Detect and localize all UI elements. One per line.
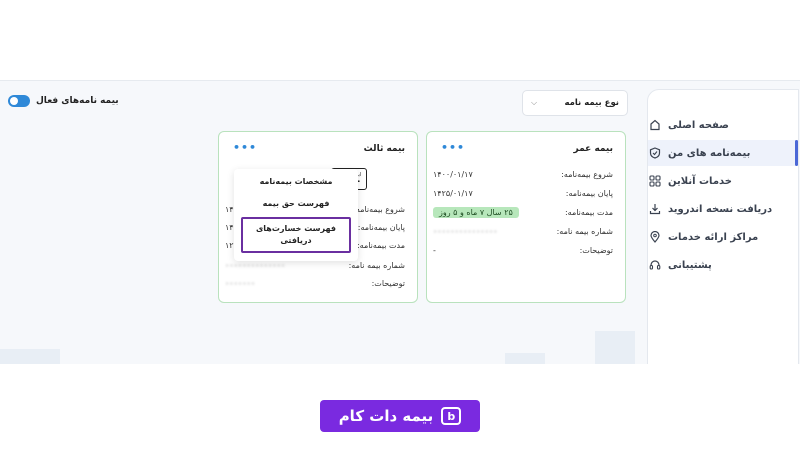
chevron-down-icon: ⌵ bbox=[531, 98, 538, 107]
brand-logo-text: بیمه دات کام bbox=[338, 407, 434, 425]
sidebar-item-label: پشتیبانی bbox=[668, 259, 712, 271]
sidebar-item-service-centers[interactable]: مراکز ارائه خدمات bbox=[648, 224, 798, 250]
policy-number-value: ۰۰۰۰۰۰۰۰۰۰۰۰۰۰ bbox=[225, 261, 286, 270]
sidebar-item-my-policies[interactable]: بیمه‌نامه های من bbox=[648, 140, 798, 166]
headset-icon bbox=[648, 258, 662, 272]
active-policies-toggle[interactable] bbox=[8, 95, 30, 107]
duration-label: مدت بیمه‌نامه: bbox=[356, 241, 405, 250]
info-row: شماره بیمه نامه: ۰۰۰۰۰۰۰۰۰۰۰۰۰۰۰ bbox=[433, 227, 613, 241]
policy-type-select[interactable]: ⌵ نوع بیمه نامه bbox=[522, 90, 628, 116]
sidebar-item-android[interactable]: دریافت نسخه اندروید bbox=[648, 196, 798, 222]
info-row: شروع بیمه‌نامه: ۱۴۰۰/۰۱/۱۷ bbox=[433, 170, 613, 184]
brand-logo-icon: b bbox=[441, 407, 462, 425]
sidebar-item-label: صفحه اصلی bbox=[668, 119, 729, 131]
policy-options-menu: مشخصات بیمه‌نامه فهرست حق بیمه فهرست خسا… bbox=[234, 169, 358, 261]
menu-item-premium-list[interactable]: فهرست حق بیمه bbox=[234, 199, 358, 208]
sidebar-item-label: بیمه‌نامه های من bbox=[668, 147, 751, 159]
end-date-value: ۱۴ bbox=[225, 223, 234, 232]
sidebar-item-support[interactable]: پشتیبانی bbox=[648, 252, 798, 278]
info-row: پایان بیمه‌نامه: ۱۴۲۵/۰۱/۱۷ bbox=[433, 189, 613, 203]
duration-label: مدت بیمه‌نامه: bbox=[564, 208, 613, 217]
start-date-label: شروع بیمه‌نامه: bbox=[561, 170, 613, 179]
menu-item-policy-details[interactable]: مشخصات بیمه‌نامه bbox=[234, 177, 358, 186]
sidebar-item-label: خدمات آنلاین bbox=[668, 175, 732, 187]
location-icon bbox=[648, 230, 662, 244]
brand-logo: بیمه دات کام b bbox=[320, 400, 480, 432]
background-decoration bbox=[505, 353, 545, 364]
download-icon bbox=[648, 202, 662, 216]
background-decoration bbox=[0, 349, 60, 364]
card-title: بیمه عمر bbox=[573, 144, 613, 154]
shield-icon bbox=[648, 146, 662, 160]
sidebar-item-label: مراکز ارائه خدمات bbox=[668, 231, 759, 243]
sidebar: صفحه اصلی بیمه‌نامه های من خدمات آنلاین … bbox=[647, 89, 799, 364]
more-options-icon[interactable]: ••• bbox=[441, 142, 465, 153]
active-policies-toggle-area: بیمه نامه‌های فعال bbox=[8, 95, 119, 107]
description-value: ۰۰۰۰۰۰۰ bbox=[225, 279, 256, 288]
start-date-label: شروع بیمه‌نامه: bbox=[353, 205, 405, 214]
sidebar-item-label: دریافت نسخه اندروید bbox=[668, 203, 773, 215]
life-insurance-card[interactable]: بیمه عمر ••• شروع بیمه‌نامه: ۱۴۰۰/۰۱/۱۷ … bbox=[426, 131, 626, 303]
info-row: مدت بیمه‌نامه: ۲۵ سال ۷ ماه و ۵ روز bbox=[433, 207, 613, 222]
card-title: بیمه ثالث bbox=[363, 144, 405, 154]
sidebar-item-home[interactable]: صفحه اصلی bbox=[648, 112, 798, 138]
more-options-icon[interactable]: ••• bbox=[233, 142, 257, 153]
policy-number-label: شماره بیمه نامه: bbox=[556, 227, 613, 236]
description-label: توضیحات: bbox=[579, 246, 613, 255]
description-value: - bbox=[433, 246, 436, 255]
policy-number-label: شماره بیمه نامه: bbox=[348, 261, 405, 270]
end-date-label: پایان بیمه‌نامه: bbox=[357, 223, 405, 232]
start-date-value: ۱۴ bbox=[225, 205, 234, 214]
grid-icon bbox=[648, 174, 662, 188]
sidebar-item-online-services[interactable]: خدمات آنلاین bbox=[648, 168, 798, 194]
home-icon bbox=[648, 118, 662, 132]
duration-badge: ۲۵ سال ۷ ماه و ۵ روز bbox=[433, 207, 519, 218]
menu-item-claims-list[interactable]: فهرست خسارت‌های دریافتی bbox=[241, 217, 351, 253]
info-row: توضیحات: - bbox=[433, 246, 613, 260]
app-window: بیمه نامه‌های فعال ⌵ نوع بیمه نامه بیمه … bbox=[0, 80, 800, 364]
start-date-value: ۱۴۰۰/۰۱/۱۷ bbox=[433, 170, 473, 179]
info-row: شماره بیمه نامه: ۰۰۰۰۰۰۰۰۰۰۰۰۰۰ bbox=[225, 261, 405, 275]
description-label: توضیحات: bbox=[371, 279, 405, 288]
duration-value: ۱۲ bbox=[225, 241, 234, 250]
policy-number-value: ۰۰۰۰۰۰۰۰۰۰۰۰۰۰۰ bbox=[433, 227, 498, 236]
background-decoration bbox=[595, 331, 635, 364]
end-date-value: ۱۴۲۵/۰۱/۱۷ bbox=[433, 189, 473, 198]
info-row: توضیحات: ۰۰۰۰۰۰۰ bbox=[225, 279, 405, 293]
policy-type-select-label: نوع بیمه نامه bbox=[564, 98, 619, 108]
end-date-label: پایان بیمه‌نامه: bbox=[565, 189, 613, 198]
active-policies-label: بیمه نامه‌های فعال bbox=[36, 96, 119, 106]
